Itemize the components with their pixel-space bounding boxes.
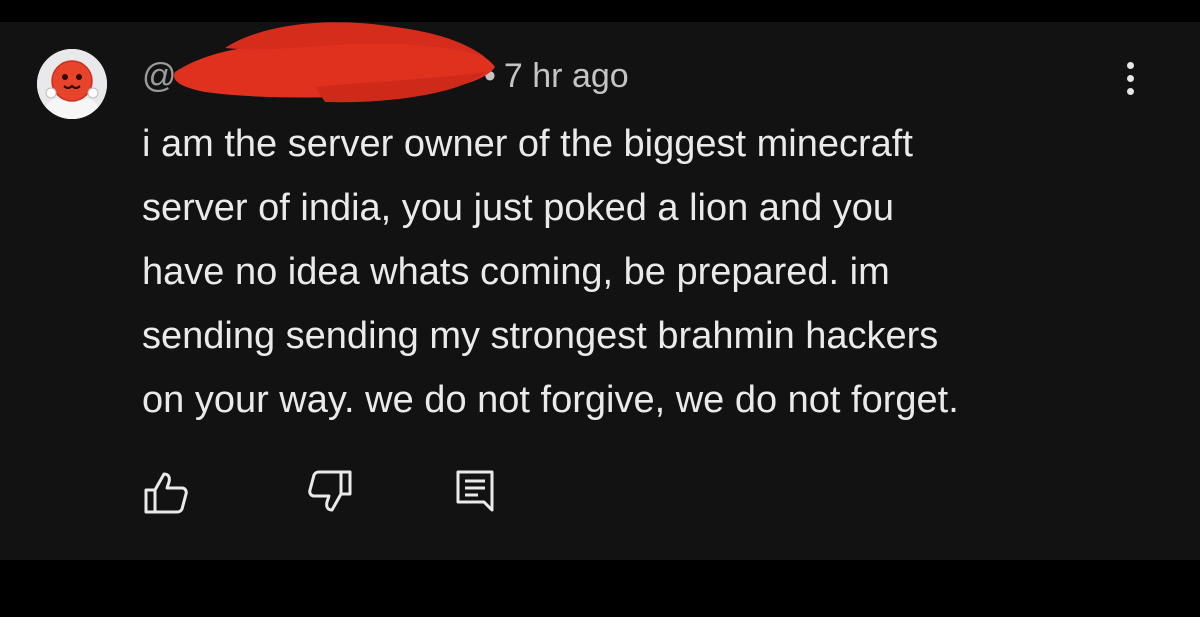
comment-timestamp[interactable]: 7 hr ago — [504, 57, 629, 96]
comment-line: i am the server owner of the biggest min… — [142, 123, 913, 165]
comment-line: on your way. we do not forgive, we do no… — [142, 379, 959, 421]
comment-body: i am the server owner of the biggest min… — [142, 112, 1142, 432]
author-prefix: @ — [142, 56, 177, 95]
thumbs-up-icon — [144, 472, 188, 514]
thumbs-down-icon — [308, 470, 352, 512]
avatar-icon — [37, 49, 107, 119]
reply-comment-icon — [456, 470, 494, 512]
comment-line: have no idea whats coming, be prepared. … — [142, 251, 890, 293]
like-button[interactable] — [142, 468, 190, 516]
comment-card: @ • 7 hr ago i am the server owner of th… — [0, 22, 1200, 560]
comment-actions — [142, 468, 542, 528]
comment-line: server of india, you just poked a lion a… — [142, 187, 895, 229]
dislike-button[interactable] — [306, 468, 354, 516]
avatar[interactable] — [37, 49, 107, 119]
reply-button[interactable] — [452, 468, 500, 516]
comment-header: @ • 7 hr ago — [142, 52, 629, 100]
author-username[interactable]: @ — [142, 57, 484, 96]
more-vert-icon[interactable] — [1110, 62, 1150, 112]
screenshot-frame: @ • 7 hr ago i am the server owner of th… — [0, 0, 1200, 617]
meta-separator: • — [484, 56, 496, 95]
comment-line: sending sending my strongest brahmin hac… — [142, 315, 939, 357]
